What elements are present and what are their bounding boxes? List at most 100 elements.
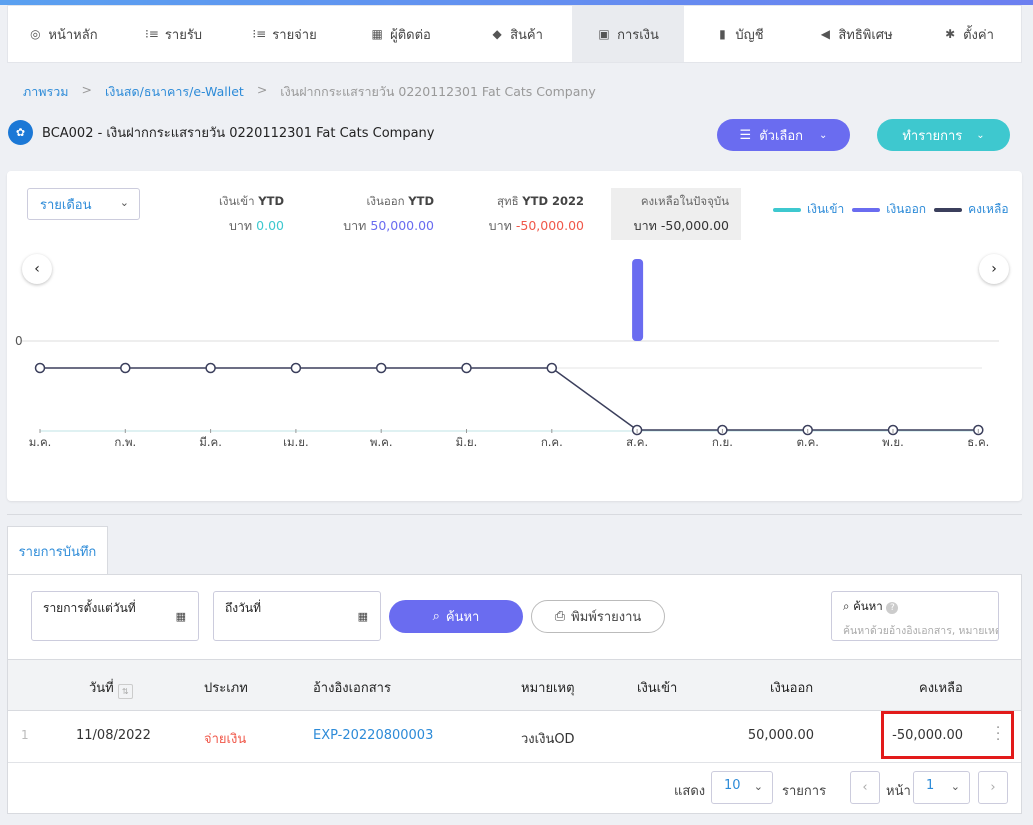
x-tick-label: ก.ย.: [712, 435, 733, 449]
search-placeholder: ค้นหาด้วยอ้างอิงเอกสาร, หมายเหตุ: [843, 625, 999, 637]
make-transaction-button[interactable]: ทำรายการ ⌄: [877, 119, 1010, 151]
highlight-box: [881, 711, 1014, 759]
nav-label: สิทธิพิเศษ: [838, 27, 893, 43]
print-report-button[interactable]: ⎙ พิมพ์รายงาน: [531, 600, 665, 633]
search-input[interactable]: ⌕ ค้นหา ? ค้นหาด้วยอ้างอิงเอกสาร, หมายเห…: [831, 591, 999, 641]
th-in: เงินเข้า: [637, 681, 678, 696]
nav-item-home[interactable]: ◎ หน้าหลัก: [8, 6, 118, 62]
chart-prev-button[interactable]: ‹: [22, 254, 52, 284]
search-button[interactable]: ⌕ ค้นหา: [389, 600, 523, 633]
x-tick-label: ม.ค.: [29, 435, 52, 449]
next-page-button[interactable]: ›: [978, 771, 1008, 804]
chevron-down-icon: ⌄: [976, 129, 985, 141]
nav-item-privileges[interactable]: ◀ สิทธิพิเศษ: [795, 6, 916, 62]
income-icon: ⁝≡: [144, 27, 159, 41]
x-tick-label: ก.พ.: [114, 435, 136, 449]
balance-point: [461, 362, 472, 374]
sort-icon[interactable]: ⇅: [117, 684, 133, 699]
bank-logo-icon: ✿: [8, 120, 33, 145]
chevron-left-icon: ‹: [862, 780, 868, 795]
search-label: ค้นหา: [853, 599, 883, 613]
balance-point: [290, 362, 302, 374]
nav-label: บัญชี: [735, 27, 764, 43]
row-index: 1: [21, 728, 29, 742]
nav-item-income[interactable]: ⁝≡ รายรับ: [118, 6, 229, 62]
monthly-chart: 0 ม.ค. ก.พ. มี.ค. เม.ย. พ.ค. มิ.ย. ก.ค. ส.ค. ก.ย.…: [15, 259, 999, 449]
table-row[interactable]: 1 11/08/2022 จ่ายเงิน EXP-20220800003 วง…: [8, 711, 1021, 763]
th-type: ประเภท: [204, 681, 248, 696]
page-label: หน้า: [886, 784, 911, 799]
from-date-label: รายการตั้งแต่วันที่: [43, 601, 136, 615]
chevron-down-icon: ⌄: [753, 780, 763, 793]
to-date-label: ถึงวันที่: [225, 601, 261, 615]
balance-line: [40, 367, 979, 431]
chevron-down-icon: ⌄: [950, 780, 960, 793]
balance-point: [375, 362, 387, 374]
help-icon: ?: [886, 602, 899, 614]
chevron-left-icon: ‹: [34, 261, 40, 277]
nav-item-accounting[interactable]: ▮ บัญชี: [684, 6, 795, 62]
options-label: ตัวเลือก: [759, 128, 804, 144]
page-value: 1: [926, 778, 935, 793]
row-note: วงเงินOD: [521, 732, 575, 747]
action-label: ทำรายการ: [902, 128, 963, 144]
nav-label: ตั้งค่า: [963, 27, 994, 43]
page-size-select[interactable]: 10 ⌄: [711, 771, 773, 804]
nav-label: รายรับ: [164, 27, 203, 43]
tab-records-label: รายการบันทึก: [18, 544, 97, 560]
summary-chart-card: รายเดือน ⌄ เงินเข้า YTD บาท 0.00 เงินออก…: [7, 171, 1022, 501]
chevron-right-icon: ›: [991, 261, 997, 277]
table-header: วันที่ ⇅ ประเภท อ้างอิงเอกสาร หมายเหตุ เง…: [8, 659, 1021, 711]
row-ref-link[interactable]: EXP-20220800003: [313, 728, 433, 743]
row-type: จ่ายเงิน: [204, 732, 247, 747]
nav-item-settings[interactable]: ✱ ตั้งค่า: [916, 6, 1021, 62]
nav-item-products[interactable]: ◆ สินค้า: [461, 6, 572, 62]
menu-icon: ☰: [739, 127, 752, 143]
nav-item-contacts[interactable]: ▦ ผู้ติดต่อ: [340, 6, 461, 62]
x-tick-label: พ.ค.: [370, 435, 393, 449]
breadcrumb: ภาพรวม > เงินสด/ธนาคาร/e-Wallet > เงินฝา…: [23, 82, 596, 102]
options-button[interactable]: ☰ ตัวเลือก ⌄: [717, 119, 850, 151]
balance-point: [205, 362, 216, 374]
ledger-icon: ▮: [719, 27, 726, 41]
x-tick-label: มี.ค.: [199, 435, 222, 449]
show-label: แสดง: [674, 784, 706, 799]
breadcrumb-cash-bank[interactable]: เงินสด/ธนาคาร/e-Wallet: [105, 82, 244, 102]
dashboard-icon: ◎: [30, 27, 41, 41]
x-tick-label: เม.ย.: [283, 435, 309, 449]
prev-page-button[interactable]: ‹: [850, 771, 880, 804]
tab-records[interactable]: รายการบันทึก: [7, 526, 108, 575]
th-note: หมายเหตุ: [521, 681, 575, 696]
money-icon: ▣: [598, 27, 610, 41]
balance-point: [120, 362, 131, 374]
nav-item-expense[interactable]: ⁝≡ รายจ่าย: [229, 6, 340, 62]
x-tick-label: ธ.ค.: [967, 435, 989, 449]
row-more-icon[interactable]: · · ·: [996, 722, 1000, 747]
chart-next-button[interactable]: ›: [979, 254, 1009, 284]
to-date-field[interactable]: ถึงวันที่ ▦: [213, 591, 381, 641]
search-icon: ⌕: [843, 599, 850, 613]
page-select[interactable]: 1 ⌄: [913, 771, 970, 804]
th-date-label: วันที่: [89, 681, 114, 696]
account-title: BCA002 - เงินฝากกระแสรายวัน 0220112301 F…: [42, 126, 435, 141]
search-icon: ⌕: [432, 609, 440, 624]
th-date[interactable]: วันที่ ⇅: [89, 677, 133, 699]
search-button-label: ค้นหา: [445, 610, 480, 625]
breadcrumb-overview[interactable]: ภาพรวม: [23, 82, 68, 102]
calendar-icon: ▦: [175, 610, 186, 623]
account-header: ✿ BCA002 - เงินฝากกระแสรายวัน 0220112301…: [8, 120, 434, 145]
nav-label: หน้าหลัก: [48, 27, 98, 43]
row-out: 50,000.00: [747, 728, 814, 743]
balance-point: [546, 362, 558, 374]
th-out: เงินออก: [770, 681, 814, 696]
expense-icon: ⁝≡: [252, 27, 267, 41]
x-tick-label: พ.ย.: [882, 435, 904, 449]
x-tick-label: มิ.ย.: [456, 435, 478, 449]
nav-label: สินค้า: [510, 27, 543, 43]
contacts-icon: ▦: [371, 27, 383, 41]
x-tick-label: ก.ค.: [541, 435, 563, 449]
nav-item-finance[interactable]: ▣ การเงิน: [572, 6, 684, 62]
th-ref: อ้างอิงเอกสาร: [313, 681, 391, 696]
balance-point: [34, 362, 46, 374]
from-date-field[interactable]: รายการตั้งแต่วันที่ ▦: [31, 591, 199, 641]
